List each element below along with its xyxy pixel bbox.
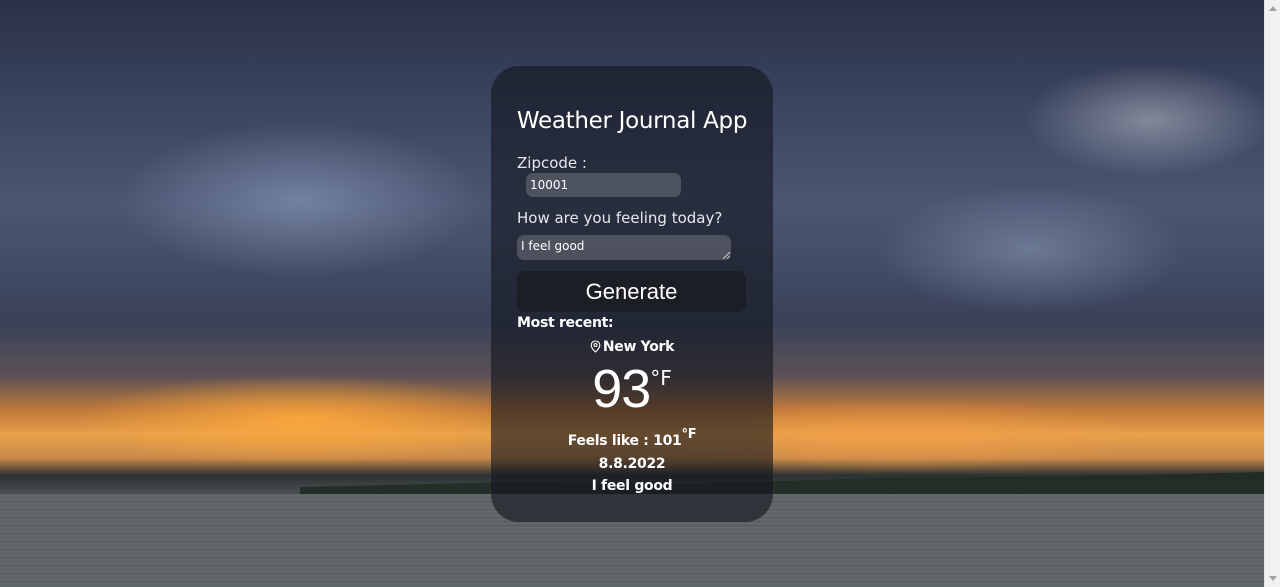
entry-date: 8.8.2022	[598, 456, 666, 472]
generate-button[interactable]: Generate	[517, 271, 746, 312]
background-treeline	[300, 472, 1264, 496]
temperature-row: 93°F	[491, 362, 773, 416]
textarea-resize-handle[interactable]	[723, 252, 730, 259]
map-pin-icon	[590, 340, 601, 357]
zipcode-input[interactable]	[526, 173, 681, 197]
zipcode-label: Zipcode :	[517, 154, 587, 172]
feelings-textarea[interactable]: I feel good	[517, 235, 731, 260]
city-row: New York	[491, 339, 773, 357]
app-title: Weather Journal App	[516, 108, 748, 134]
city-name: New York	[602, 339, 675, 355]
feels-like-text: Feels like : 101	[567, 433, 682, 449]
weather-card: Weather Journal App Zipcode : How are yo…	[491, 66, 773, 522]
entry-content: I feel good	[591, 478, 673, 494]
scroll-up-icon[interactable]	[1269, 6, 1277, 11]
feels-like-unit: °F	[681, 427, 697, 442]
most-recent-heading: Most recent:	[517, 315, 614, 331]
temperature-unit: °F	[650, 366, 672, 390]
temperature-value: 93	[592, 359, 651, 419]
scroll-down-icon[interactable]	[1269, 576, 1277, 581]
page-background: Weather Journal App Zipcode : How are yo…	[0, 0, 1264, 587]
feels-like-row: Feels like : 101°F	[491, 427, 773, 449]
vertical-scrollbar[interactable]	[1264, 0, 1280, 587]
feelings-label: How are you feeling today?	[517, 209, 723, 227]
